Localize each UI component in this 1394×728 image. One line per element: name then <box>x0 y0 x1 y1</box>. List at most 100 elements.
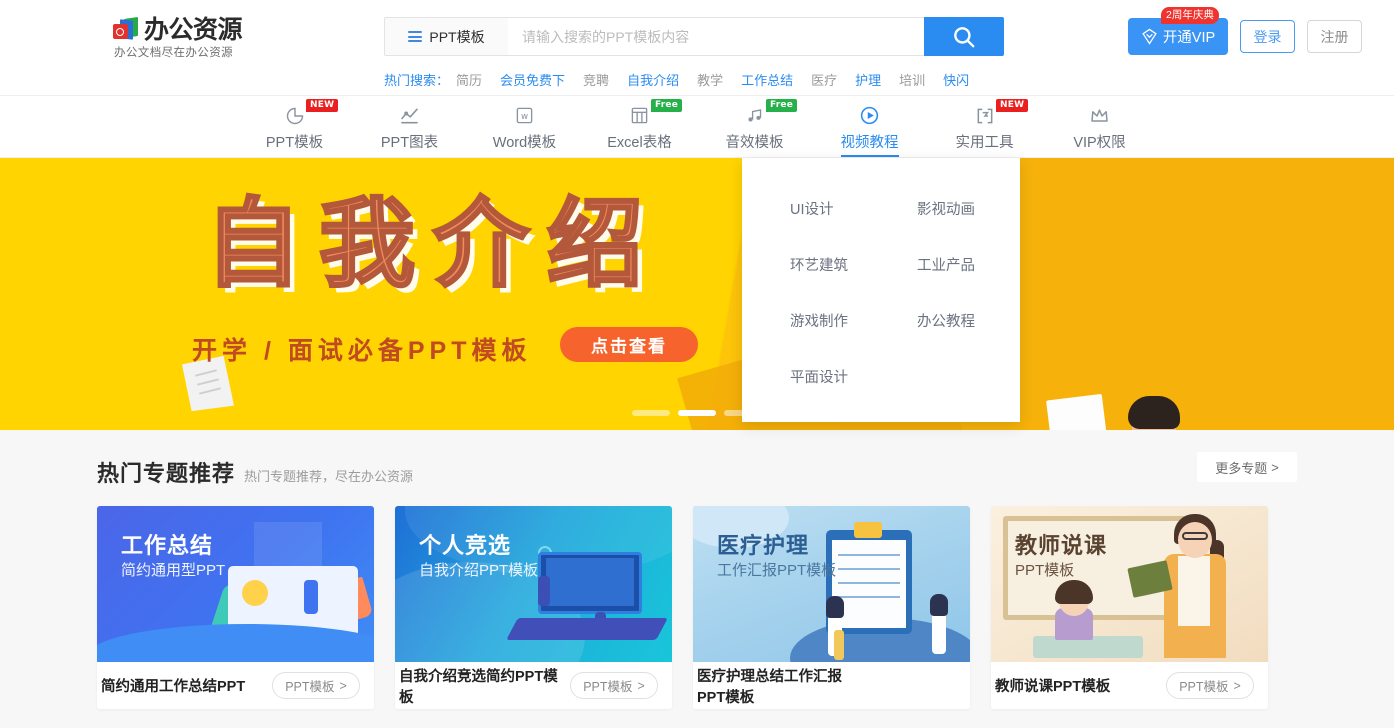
dropdown-item-game-production[interactable]: 游戏制作 <box>742 292 881 348</box>
dropdown-item-graphic-design[interactable]: 平面设计 <box>742 348 881 404</box>
search-category-selector[interactable]: PPT模板 <box>384 17 508 56</box>
card-thumbnail: 工作总结 简约通用型PPT <box>97 506 374 662</box>
card-title: 自我介绍竞选简约PPT模板 <box>399 668 558 706</box>
topic-card[interactable]: 个人竞选 自我介绍PPT模板 自我介绍竞选简约PPT模板 PPT模板 > <box>395 506 672 709</box>
search-submit-button[interactable] <box>924 17 1004 56</box>
card-category-pill[interactable]: PPT模板 > <box>272 672 360 699</box>
nav-item-excel-sheets[interactable]: Free Excel表格 <box>582 96 697 158</box>
card-thumbnail: 个人竞选 自我介绍PPT模板 <box>395 506 672 662</box>
topic-card[interactable]: 教师说课 PPT模板 教师说课PPT模板 PPT模板 > <box>991 506 1268 709</box>
card-category-pill[interactable]: PPT模板 > <box>570 672 658 699</box>
word-doc-icon: w <box>515 105 534 126</box>
header-actions: 2周年庆典 开通VIP 登录 注册 <box>1128 7 1362 55</box>
pie-chart-icon <box>285 105 305 126</box>
nav-item-video-tutorials[interactable]: 视频教程 <box>812 96 927 158</box>
card-footer: 教师说课PPT模板 PPT模板 > <box>991 662 1268 709</box>
nav-item-vip-privileges[interactable]: VIP权限 <box>1042 96 1157 158</box>
banner-cta-button[interactable]: 点击查看 <box>560 327 698 362</box>
topic-card[interactable]: 医疗护理 工作汇报PPT模板 医疗护理总结工作汇报PPT模板 PPT模板 > <box>693 506 970 709</box>
nav-label-vip-privileges: VIP权限 <box>1073 135 1126 151</box>
card-image-title: 教师说课 <box>1015 533 1108 558</box>
vip-diamond-icon <box>1142 28 1157 45</box>
site-logo[interactable]: 办公资源 办公文档尽在办公资源 <box>113 15 243 60</box>
nav-label-ppt-charts: PPT图表 <box>380 135 439 151</box>
nav-label-ppt-templates: PPT模板 <box>265 135 324 151</box>
hot-search-item-3[interactable]: 自我介绍 <box>627 70 679 89</box>
hot-search-label: 热门搜索： <box>384 73 450 88</box>
hot-search-item-4[interactable]: 教学 <box>697 70 723 89</box>
hero-banner-carousel[interactable]: 自我介绍 开学 / 面试必备PPT模板 点击查看 <box>0 158 1394 430</box>
dropdown-item-film-animation[interactable]: 影视动画 <box>881 180 1020 236</box>
nav-item-ppt-templates[interactable]: NEW PPT模板 <box>237 96 352 158</box>
topic-card[interactable]: 工作总结 简约通用型PPT 简约通用工作总结PPT PPT模板 > <box>97 506 374 709</box>
dropdown-item-industrial-product[interactable]: 工业产品 <box>881 236 1020 292</box>
card-pill-label: PPT模板 <box>285 680 335 694</box>
badge-new: NEW <box>306 99 339 112</box>
card-footer: 医疗护理总结工作汇报PPT模板 PPT模板 > <box>693 662 970 709</box>
nav-item-useful-tools[interactable]: NEW 实用工具 <box>927 96 1042 158</box>
card-thumbnail: 教师说课 PPT模板 <box>991 506 1268 662</box>
main-content: 热门专题推荐 热门专题推荐，尽在办公资源 更多专题 > 工作总结 简约通用型PP… <box>0 430 1394 728</box>
hot-search-item-2[interactable]: 竞聘 <box>583 70 609 89</box>
nav-item-word-templates[interactable]: w Word模板 <box>467 96 582 158</box>
vip-anniversary-badge: 2周年庆典 <box>1161 7 1219 24</box>
card-thumbnail: 医疗护理 工作汇报PPT模板 <box>693 506 970 662</box>
topic-card-list: 工作总结 简约通用型PPT 简约通用工作总结PPT PPT模板 > 个人竞选 自… <box>97 506 1297 709</box>
card-image-subtitle: 工作汇报PPT模板 <box>717 562 837 579</box>
badge-free: Free <box>651 99 683 112</box>
logo-books-icon <box>113 16 139 42</box>
card-pill-label: PPT模板 <box>1179 680 1229 694</box>
card-title: 简约通用工作总结PPT <box>101 679 246 695</box>
chevron-right-icon: > <box>1271 459 1279 475</box>
hot-search-item-9[interactable]: 快闪 <box>943 70 969 89</box>
card-footer: 简约通用工作总结PPT PPT模板 > <box>97 662 374 709</box>
card-image-title: 工作总结 <box>121 533 214 558</box>
open-vip-label: 开通VIP <box>1162 30 1216 46</box>
svg-text:w: w <box>521 112 528 122</box>
card-image-subtitle: 自我介绍PPT模板 <box>419 562 539 579</box>
banner-title: 自我介绍 <box>204 188 661 300</box>
card-footer: 自我介绍竞选简约PPT模板 PPT模板 > <box>395 662 672 709</box>
table-grid-icon <box>630 105 649 126</box>
card-category-pill[interactable]: PPT模板 > <box>1166 672 1254 699</box>
music-note-icon <box>745 105 764 126</box>
tools-frame-icon <box>975 105 995 126</box>
nav-item-audio-templates[interactable]: Free 音效模板 <box>697 96 812 158</box>
card-image-subtitle: 简约通用型PPT <box>121 562 226 579</box>
badge-new: NEW <box>996 99 1029 112</box>
section-subtitle: 热门专题推荐，尽在办公资源 <box>244 469 414 484</box>
site-header: 办公资源 办公文档尽在办公资源 PPT模板 热门搜索： 简历 会员免费下 竞聘 … <box>0 0 1394 96</box>
hot-search-item-1[interactable]: 会员免费下 <box>500 70 565 89</box>
card-title: 医疗护理总结工作汇报PPT模板 <box>697 668 842 706</box>
open-vip-button[interactable]: 2周年庆典 开通VIP <box>1128 7 1228 55</box>
hot-search-item-7[interactable]: 护理 <box>855 70 881 89</box>
carousel-dot-0[interactable] <box>632 410 670 416</box>
hot-search-item-0[interactable]: 简历 <box>456 70 482 89</box>
banner-content: 自我介绍 开学 / 面试必备PPT模板 点击查看 <box>0 158 1394 430</box>
nav-label-word-templates: Word模板 <box>492 135 557 151</box>
card-title: 教师说课PPT模板 <box>995 679 1111 695</box>
chevron-right-icon: > <box>339 678 347 693</box>
nav-label-video-tutorials: 视频教程 <box>841 131 899 157</box>
search-icon <box>954 26 975 47</box>
login-button[interactable]: 登录 <box>1240 20 1295 53</box>
more-topics-button[interactable]: 更多专题 > <box>1197 452 1297 482</box>
crown-icon <box>1089 105 1110 126</box>
nav-item-ppt-charts[interactable]: PPT图表 <box>352 96 467 158</box>
dropdown-item-ui-design[interactable]: UI设计 <box>742 180 881 236</box>
section-header: 热门专题推荐 热门专题推荐，尽在办公资源 更多专题 > <box>97 452 1297 496</box>
carousel-dot-1[interactable] <box>678 410 716 416</box>
logo-title: 办公资源 <box>144 15 243 44</box>
search-input[interactable] <box>508 17 924 56</box>
hamburger-icon <box>408 31 423 42</box>
register-button[interactable]: 注册 <box>1307 20 1362 53</box>
nav-label-useful-tools: 实用工具 <box>955 135 1014 151</box>
dropdown-item-office-tutorials[interactable]: 办公教程 <box>881 292 1020 348</box>
hot-search-item-8[interactable]: 培训 <box>899 70 925 89</box>
hot-search-item-5[interactable]: 工作总结 <box>741 70 793 89</box>
card-image-title: 个人竞选 <box>419 533 512 558</box>
chevron-right-icon: > <box>637 678 645 693</box>
hot-search-item-6[interactable]: 医疗 <box>811 70 837 89</box>
dropdown-item-env-architecture[interactable]: 环艺建筑 <box>742 236 881 292</box>
hot-search-row: 热门搜索： 简历 会员免费下 竞聘 自我介绍 教学 工作总结 医疗 护理 培训 … <box>384 70 987 89</box>
